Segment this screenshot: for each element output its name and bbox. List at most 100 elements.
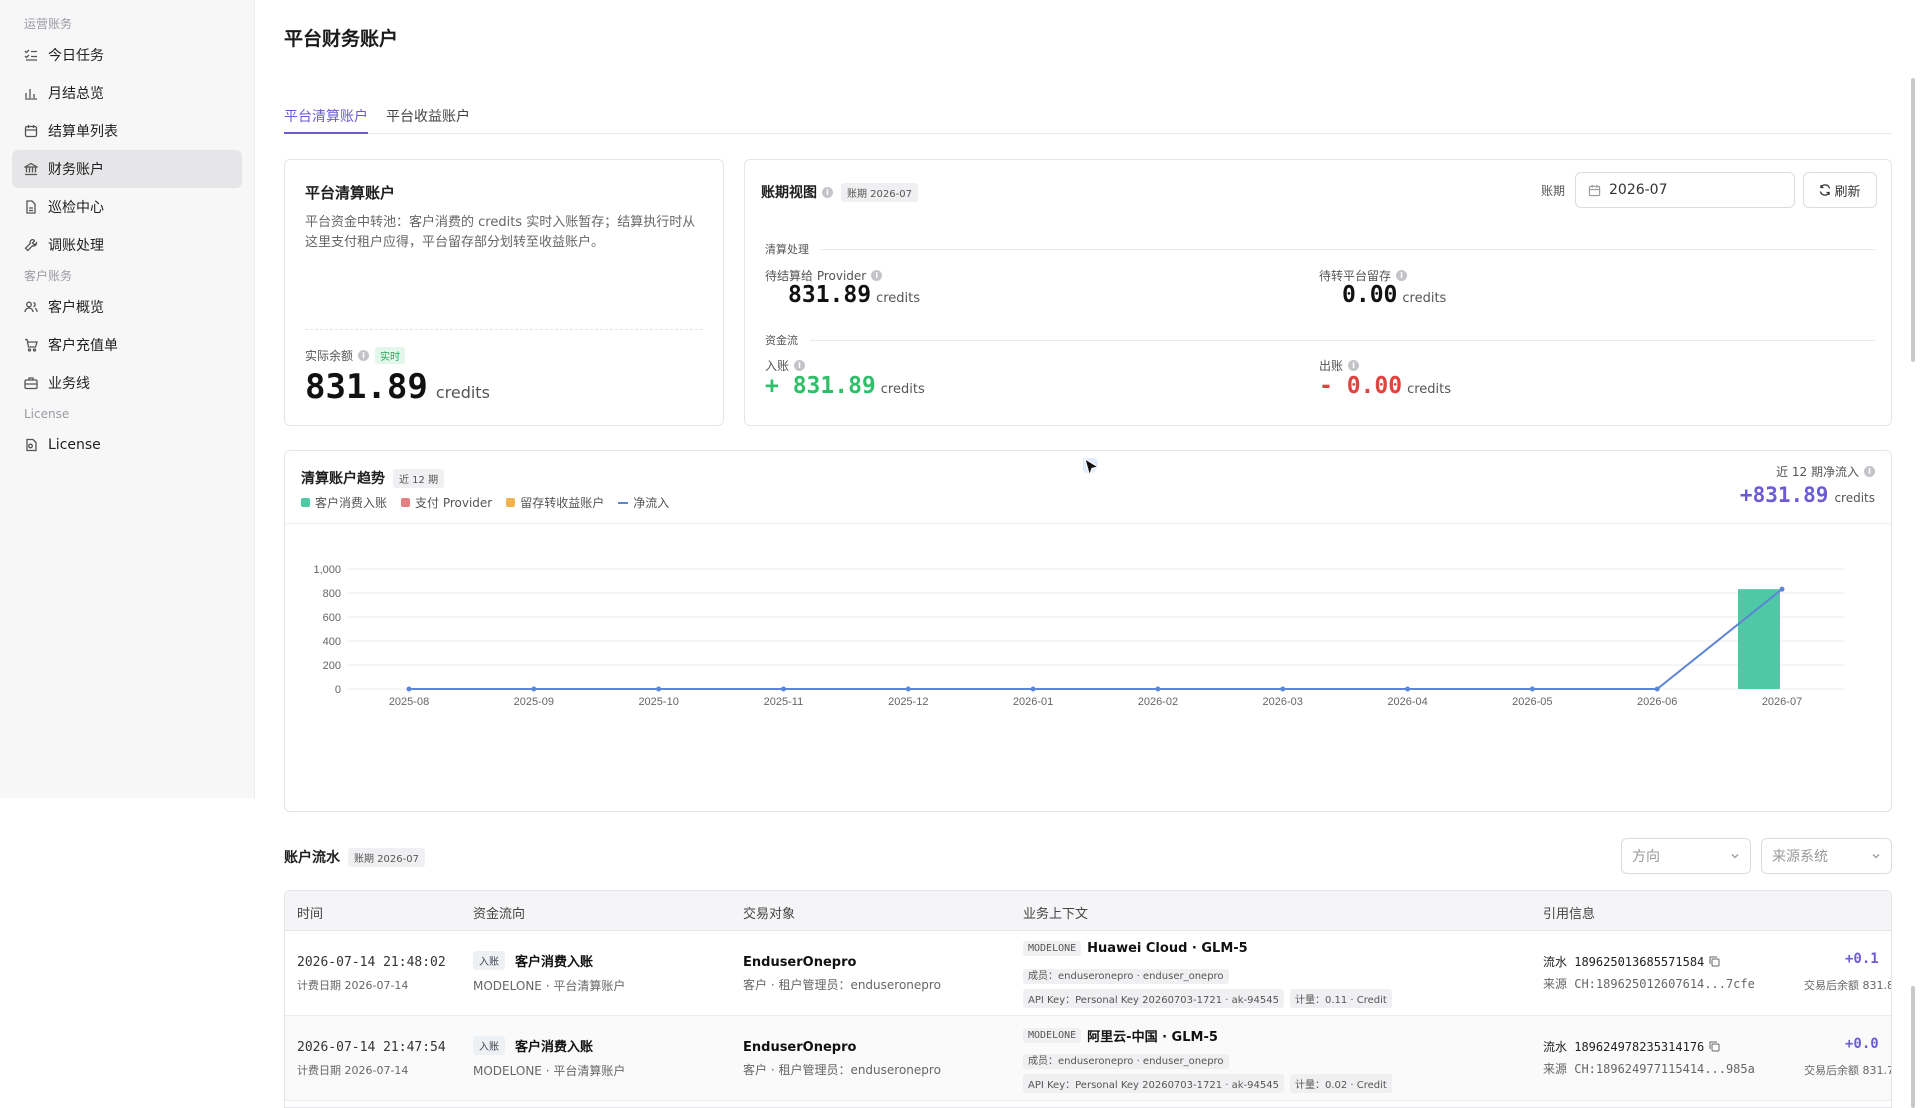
y-tick-label: 800: [323, 588, 341, 600]
party-name[interactable]: EnduserOnepro: [743, 955, 856, 970]
legend-item-retain[interactable]: 留存转收益账户: [506, 494, 604, 511]
context-key-row: API Key：Personal Key 20260703-1721 · ak-…: [1023, 989, 1398, 1008]
row-balance-after: 交易后余额 831.8: [1804, 979, 1892, 992]
x-tick-label: 2026-04: [1387, 696, 1427, 708]
row-direction: 入账 客户消费入账: [473, 1036, 593, 1055]
context-title: 阿里云-中国 · GLM-5: [1087, 1030, 1218, 1045]
copy-icon[interactable]: [1709, 956, 1720, 967]
sidebar-item-customer-recharge[interactable]: 客户充值单: [12, 326, 242, 364]
context-member: 成员：enduseronepro · enduser_onepro: [1023, 1054, 1229, 1069]
period-view-title: 账期视图: [761, 185, 817, 201]
direction-tag: 入账: [473, 1036, 505, 1055]
x-tick-label: 2025-09: [514, 696, 554, 708]
party-name[interactable]: EnduserOnepro: [743, 1040, 856, 1055]
info-icon[interactable]: i: [1864, 466, 1875, 477]
pending-provider-value: 831.89: [788, 282, 872, 308]
context-meter: 计量：0.02 · Credit: [1289, 1074, 1392, 1093]
sidebar-item-customer-overview[interactable]: 客户概览: [12, 288, 242, 326]
ref-flow-row: 流水 189625013685571584: [1543, 953, 1720, 970]
period-picker[interactable]: 2026-07: [1575, 172, 1795, 208]
context-tag: MODELONE: [1023, 1028, 1082, 1043]
legend-item-net[interactable]: 净流入: [618, 494, 669, 511]
direction-select[interactable]: 方向: [1621, 838, 1751, 874]
scrollbar[interactable]: [1911, 78, 1915, 362]
net-inflow-label-row: 近 12 期净流入 i: [1776, 463, 1875, 480]
source-system-select[interactable]: 来源系统: [1761, 838, 1892, 874]
legend-item-provider[interactable]: 支付 Provider: [401, 494, 492, 511]
direction-tag: 入账: [473, 951, 505, 970]
sidebar-item-label: 业务线: [48, 376, 90, 392]
tab-revenue-account[interactable]: 平台收益账户: [386, 100, 470, 134]
sidebar-item-adjustment[interactable]: 调账处理: [12, 226, 242, 264]
direction-label: 客户消费入账: [515, 1040, 594, 1055]
data-point: [1779, 586, 1785, 592]
data-point: [1405, 686, 1411, 692]
trend-chart: 0 200 400 600 800 1,000 2025-08 2025-09 2025-10 2…: [313, 564, 1845, 708]
info-icon[interactable]: i: [871, 270, 883, 281]
sidebar-item-label: 巡检中心: [48, 200, 104, 216]
info-icon[interactable]: i: [358, 350, 370, 361]
period-view-header: 账期视图 i 账期 2026-07: [761, 182, 918, 202]
legend-label: 净流入: [633, 496, 670, 510]
info-icon[interactable]: i: [1396, 270, 1408, 281]
sidebar-section-customer: 客户账务: [24, 269, 73, 283]
context-key-row: API Key：Personal Key 20260703-1721 · ak-…: [1023, 1074, 1398, 1093]
page-title: 平台财务账户: [284, 28, 399, 50]
sidebar-item-today-tasks[interactable]: 今日任务: [12, 36, 242, 74]
sidebar-item-inspection-center[interactable]: 巡检中心: [12, 188, 242, 226]
card-description-1: 平台资金中转池：客户消费的 credits 实时入账暂存；结算执行时从: [305, 215, 696, 230]
refresh-label: 刷新: [1834, 183, 1861, 199]
sidebar-section-license: License: [24, 407, 70, 421]
data-point: [1030, 686, 1036, 692]
info-icon[interactable]: i: [1348, 360, 1360, 371]
pending-provider-value-row: 831.89 credits: [788, 282, 920, 308]
tab-clearing-account[interactable]: 平台清算账户: [284, 100, 368, 134]
ref-source: 来源 CH:189625012607614...7cfe: [1543, 977, 1755, 991]
x-tick-label: 2026-02: [1138, 696, 1178, 708]
refresh-button[interactable]: 刷新: [1803, 172, 1877, 208]
clearing-account-card: 平台清算账户 平台资金中转池：客户消费的 credits 实时入账暂存；结算执行…: [284, 159, 724, 426]
ref-flow-row: 流水 189624978235314176: [1543, 1038, 1720, 1055]
bar-chart-icon: [24, 86, 38, 100]
ledger-header: 账户流水 账期 2026-07: [284, 847, 425, 867]
legend-item-consume[interactable]: 客户消费入账: [301, 494, 387, 511]
copy-icon[interactable]: [1709, 1041, 1720, 1052]
row-time: 2026-07-14 21:47:54: [297, 1040, 446, 1055]
users-icon: [24, 300, 38, 314]
sidebar-item-finance-accounts[interactable]: 财务账户: [12, 150, 242, 188]
balance-label: 实际余额: [305, 349, 354, 363]
pending-retain-value: 0.00: [1342, 282, 1398, 308]
row-amount: +0.1: [1845, 951, 1879, 967]
x-tick-label: 2025-11: [764, 696, 804, 708]
x-tick-label: 2026-01: [1013, 696, 1053, 708]
table-row[interactable]: 2026-07-14 21:47:54 计费日期 2026-07-14 入账 客…: [285, 1016, 1891, 1101]
info-icon[interactable]: i: [794, 360, 806, 371]
sidebar-item-settlement-list[interactable]: 结算单列表: [12, 112, 242, 150]
table-row[interactable]: 2026-07-14 21:48:02 计费日期 2026-07-14 入账 客…: [285, 931, 1891, 1016]
sidebar-item-business-line[interactable]: 业务线: [12, 364, 242, 402]
data-point: [1529, 686, 1535, 692]
calendar-icon: [24, 124, 38, 138]
in-value: + 831.89: [765, 373, 876, 399]
wrench-icon: [24, 238, 38, 252]
card-title: 平台清算账户: [305, 184, 396, 202]
card-description-2: 这里支付租户应得，平台留存部分划转至收益账户。: [305, 235, 605, 250]
sidebar-item-label: 财务账户: [48, 162, 104, 178]
balance-label-row: 实际余额 i 实时: [305, 347, 406, 364]
data-point: [406, 686, 412, 692]
sidebar-item-label: 结算单列表: [48, 124, 118, 140]
task-list-icon: [24, 48, 38, 62]
chart-legend: 客户消费入账 支付 Provider 留存转收益账户 净流入: [301, 494, 683, 511]
sidebar: 运营账务 今日任务 月结总览 结算单列表 财务账户 巡检中心 调账处理 客户账务…: [0, 0, 255, 798]
in-label-row: 入账 i: [765, 357, 806, 374]
out-value-row: - 0.00 credits: [1319, 373, 1451, 399]
scrollbar[interactable]: [1911, 986, 1915, 1108]
info-icon[interactable]: i: [822, 186, 833, 198]
sidebar-item-monthly-overview[interactable]: 月结总览: [12, 74, 242, 112]
x-tick-label: 2026-06: [1637, 696, 1677, 708]
balance-unit: credits: [435, 383, 490, 402]
x-tick-label: 2026-07: [1762, 696, 1802, 708]
sidebar-item-license[interactable]: License: [12, 426, 242, 464]
bar: [1738, 589, 1780, 689]
trend-badge: 近 12 期: [393, 468, 445, 488]
